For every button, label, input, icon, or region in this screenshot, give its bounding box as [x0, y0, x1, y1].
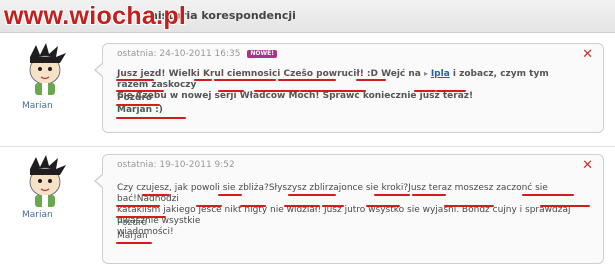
message-timestamp: ostatnia: 24-10-2011 16:35 — [117, 49, 241, 59]
signature-name: Marjan — [117, 231, 148, 241]
message-body: Jusz jezd! Wielki Krul ciemnosici Czeŝo … — [117, 68, 582, 102]
message-meta: ostatnia: 19-10-2011 9:52 — [117, 160, 235, 170]
message-timestamp: ostatnia: 19-10-2011 9:52 — [117, 160, 235, 170]
message-item: Marian ostatnia: 24-10-2011 16:35 NOWE! … — [0, 33, 615, 138]
message-meta: ostatnia: 24-10-2011 16:35 NOWE! — [117, 49, 277, 59]
message-line: kataklism jakiego jesce nikt nigty nie w… — [117, 205, 571, 226]
signature-greeting: Pozdro — [117, 218, 148, 228]
message-item: Marian ostatnia: 19-10-2011 9:52 ✕ Czy c… — [0, 148, 615, 266]
signature-greeting: Pozdro — [117, 93, 153, 103]
message-bubble: ostatnia: 24-10-2011 16:35 NOWE! ✕ Jusz … — [94, 43, 604, 133]
separator — [0, 146, 615, 147]
message-line: Cie Czebu w nowej serji Władców Móch! Sp… — [117, 91, 474, 101]
signature-name: Marjan :) — [117, 105, 163, 115]
avatar-icon — [29, 43, 66, 95]
author-name[interactable]: Marian — [22, 210, 53, 220]
bubble-pointer — [94, 173, 104, 189]
message-body: Czy czujesz, jak powoli sie zbliża?Słysz… — [117, 183, 582, 238]
bubble-pointer — [94, 62, 104, 78]
message-bubble: ostatnia: 19-10-2011 9:52 ✕ Czy czujesz,… — [94, 154, 604, 264]
avatar-icon — [29, 155, 66, 207]
site-watermark: www.wiocha.pl — [4, 2, 187, 30]
message-line: Jusz jezd! Wielki Krul ciemnosici Czeŝo … — [117, 69, 425, 79]
ipla-link[interactable]: Ipla — [431, 69, 450, 79]
new-badge: NOWE! — [247, 50, 277, 58]
arrow-icon: ▸ — [424, 69, 431, 78]
close-icon[interactable]: ✕ — [582, 159, 593, 172]
author-name[interactable]: Marian — [22, 101, 53, 111]
message-line: Czy czujesz, jak powoli sie zbliża?Słysz… — [117, 183, 548, 204]
close-icon[interactable]: ✕ — [582, 48, 593, 61]
